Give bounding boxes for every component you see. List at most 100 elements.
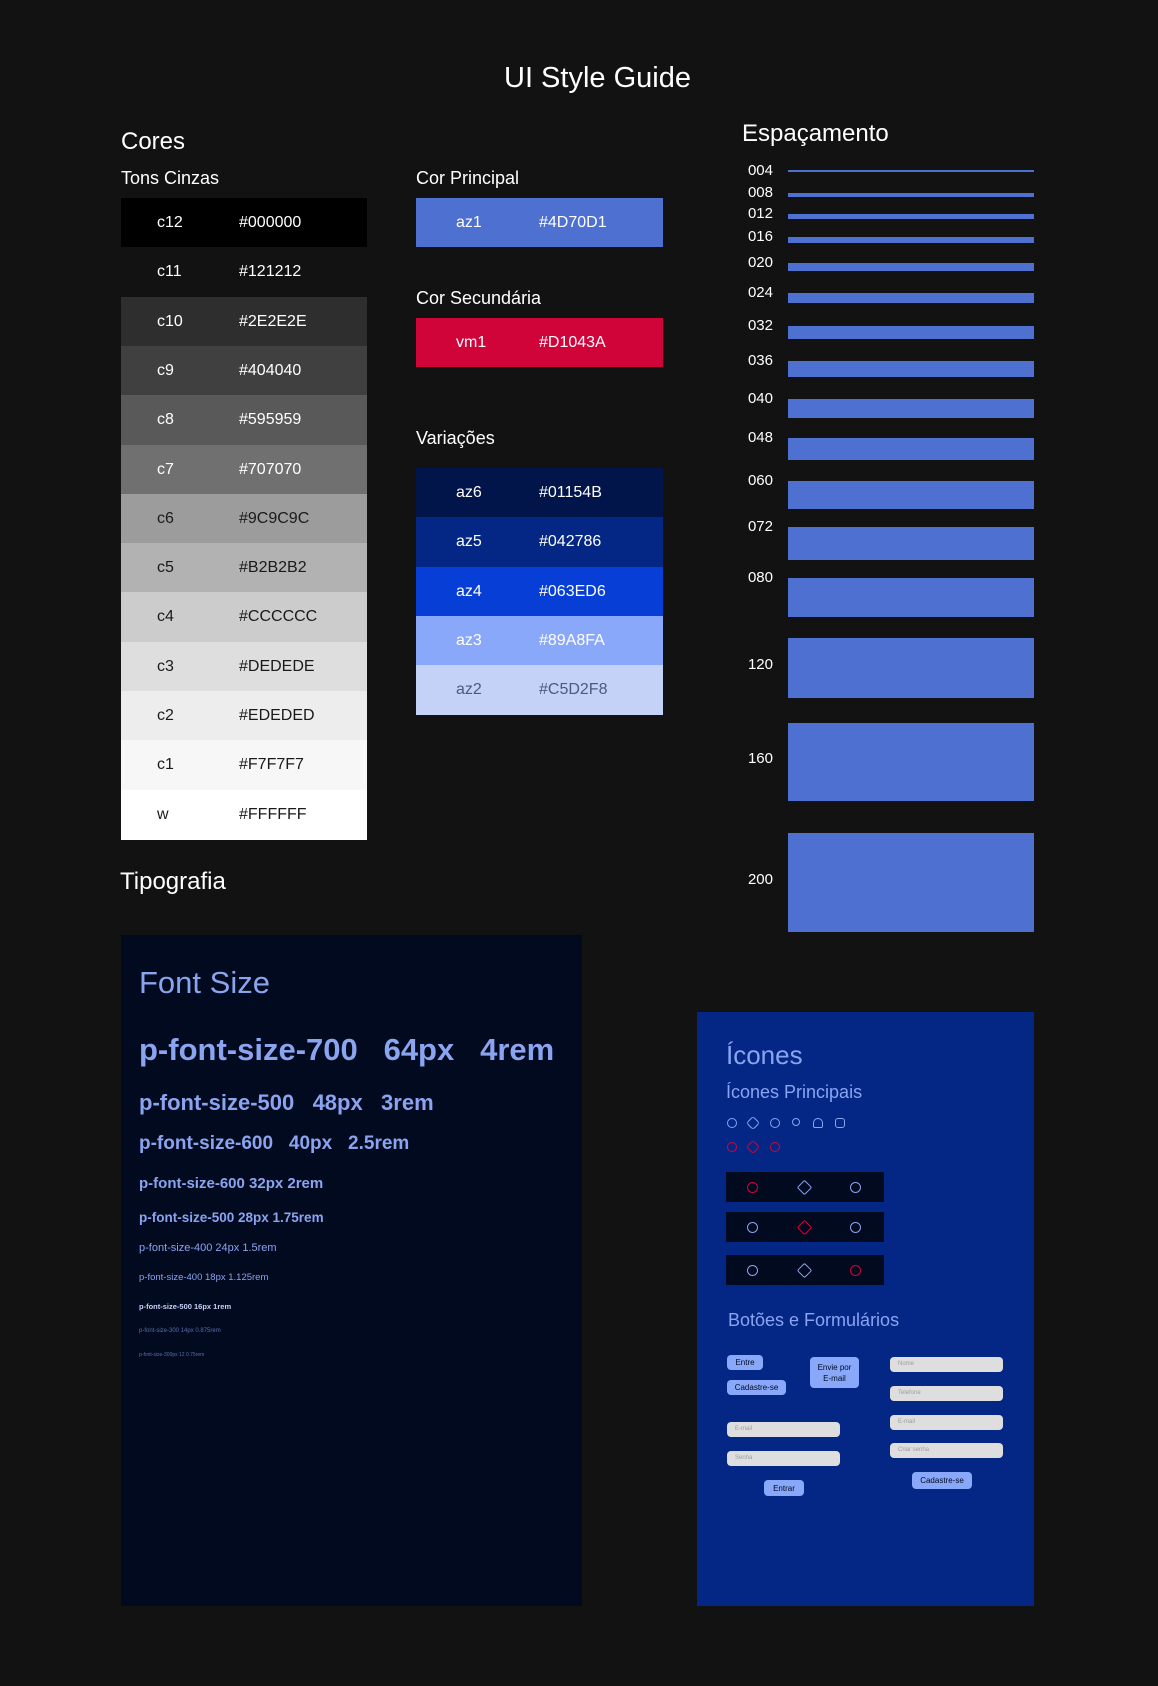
- cor-principal-heading: Cor Principal: [416, 168, 520, 188]
- swatch-az4: az4 #063ED6: [416, 566, 663, 617]
- swatch-hex: #9C9C9C: [239, 509, 310, 527]
- gear-icon[interactable]: [850, 1222, 861, 1233]
- spacing-label: 072: [747, 518, 773, 535]
- espacamento-heading: Espaçamento: [742, 120, 889, 147]
- gear-icon[interactable]: [850, 1182, 861, 1193]
- spacing-label: 004: [747, 162, 773, 179]
- swatch-hex: #000000: [239, 214, 302, 231]
- spacing-bar: [788, 723, 1034, 801]
- swatch-hex: #CCCCCC: [239, 608, 318, 626]
- page-title: UI Style Guide: [504, 62, 691, 94]
- name-field[interactable]: Nome: [890, 1357, 1003, 1372]
- swatch-name: c9: [157, 361, 174, 379]
- star-icon: [745, 1139, 761, 1155]
- gear-icon: [770, 1142, 780, 1152]
- tons-cinzas-heading: Tons Cinzas: [121, 168, 220, 188]
- botoes-formularios-heading: Botões e Formulários: [728, 1310, 900, 1330]
- swatch-c9: c9 #404040: [121, 345, 367, 396]
- smile-icon[interactable]: [747, 1222, 758, 1233]
- entre-button[interactable]: Entre: [727, 1355, 763, 1370]
- smile-icon[interactable]: [747, 1182, 758, 1193]
- swatch-w: w #FFFFFF: [121, 789, 367, 840]
- swatch-c6: c6 #9C9C9C: [121, 493, 367, 544]
- swatch-name: c1: [157, 756, 174, 774]
- swatch-hex: #FFFFFF: [239, 805, 307, 823]
- swatch-az5: az5 #042786: [416, 517, 663, 568]
- variacoes-heading: Variações: [416, 428, 495, 448]
- smile-icon: [727, 1142, 737, 1152]
- font-size-title: Font Size: [139, 965, 270, 1000]
- swatch-c12: c12 #000000: [121, 198, 367, 248]
- swatch-c10: c10 #2E2E2E: [121, 296, 367, 347]
- star-icon[interactable]: [796, 1219, 813, 1236]
- spacing-label: 040: [747, 390, 773, 407]
- phone-field[interactable]: Telefone: [890, 1386, 1003, 1401]
- font-size-sample: p-font-size-500 16px 1rem: [139, 1302, 232, 1311]
- star-icon[interactable]: [796, 1262, 813, 1279]
- swatch-name: c4: [157, 608, 174, 626]
- spacing-label: 060: [747, 472, 773, 489]
- spacing-bar: [788, 326, 1034, 339]
- swatch-c2: c2 #EDEDED: [121, 691, 367, 741]
- smile-icon[interactable]: [747, 1265, 758, 1276]
- swatch-name: c8: [157, 411, 174, 429]
- spacing-label: 024: [747, 284, 773, 301]
- spacing-bar: [788, 833, 1034, 932]
- spacing-label: 048: [747, 429, 773, 446]
- smile-icon: [727, 1118, 737, 1128]
- spacing-bar: [788, 361, 1034, 377]
- font-size-sample: p-font-size-700 64px 4rem: [139, 1032, 555, 1067]
- tipografia-heading: Tipografia: [120, 868, 226, 895]
- swatch-hex: #707070: [239, 460, 302, 478]
- spacing-label: 036: [747, 352, 773, 369]
- gear-icon[interactable]: [850, 1265, 861, 1276]
- swatch-hex: #2E2E2E: [239, 312, 307, 330]
- spacing-bar: [788, 399, 1034, 418]
- spacing-label: 160: [747, 750, 773, 767]
- create-password-field[interactable]: Criar senha: [890, 1443, 1003, 1458]
- swatch-name: az2: [456, 681, 482, 699]
- cadastre-button[interactable]: Cadastre-se: [727, 1380, 786, 1395]
- swatch-c8: c8 #595959: [121, 395, 367, 446]
- swatch-name: az3: [456, 631, 482, 649]
- typography-panel: Font Size p-font-size-700 64px 4rem p-fon…: [121, 935, 582, 1606]
- gear-icon: [770, 1118, 780, 1128]
- swatch-name: c3: [157, 657, 174, 675]
- swatch-name: c10: [157, 312, 183, 330]
- password-field[interactable]: Senha: [727, 1451, 840, 1466]
- font-size-sample: p-font-size-400 24px 1.5rem: [139, 1242, 277, 1254]
- icon-state-row: [726, 1255, 884, 1285]
- spacing-bar: [788, 438, 1034, 460]
- swatch-name: c5: [157, 559, 174, 577]
- swatch-c3: c3 #DEDEDE: [121, 641, 367, 692]
- spacing-label: 032: [747, 317, 773, 334]
- font-size-sample: p-font-size-400 18px 1.125rem: [139, 1272, 269, 1283]
- cores-heading: Cores: [121, 128, 186, 155]
- swatch-name: az4: [456, 582, 482, 600]
- swatch-c4: c4 #CCCCCC: [121, 592, 367, 643]
- swatch-c11: c11 #121212: [121, 247, 367, 298]
- icones-principais-heading: Ícones Principais: [726, 1082, 863, 1102]
- font-size-sample: p-font-size-500 28px 1.75rem: [139, 1210, 324, 1225]
- swatch-vm1: vm1 #D1043A: [416, 318, 663, 367]
- swatch-az2: az2 #C5D2F8: [416, 665, 663, 716]
- cadastre-submit-button[interactable]: Cadastre-se: [912, 1472, 972, 1489]
- entrar-button[interactable]: Entrar: [764, 1480, 804, 1496]
- swatch-name: c12: [157, 214, 183, 231]
- icones-heading: Ícones: [726, 1040, 803, 1070]
- swatch-hex: #DEDEDE: [239, 657, 315, 675]
- spacing-label: 080: [747, 569, 773, 586]
- star-icon[interactable]: [796, 1179, 813, 1196]
- envie-email-button[interactable]: Envie por E-mail: [810, 1357, 859, 1388]
- email-field[interactable]: E-mail: [727, 1422, 840, 1437]
- email-field[interactable]: E-mail: [890, 1415, 1003, 1430]
- star-icon: [745, 1115, 761, 1131]
- swatch-name: c11: [157, 263, 182, 281]
- swatch-hex: #595959: [239, 411, 302, 429]
- swatch-c7: c7 #707070: [121, 444, 367, 495]
- swatch-name: vm1: [456, 333, 487, 351]
- spacing-bar: [788, 481, 1034, 509]
- swatch-name: az5: [456, 533, 482, 551]
- swatch-hex: #4D70D1: [539, 213, 607, 231]
- swatch-az1: az1 #4D70D1: [416, 198, 663, 247]
